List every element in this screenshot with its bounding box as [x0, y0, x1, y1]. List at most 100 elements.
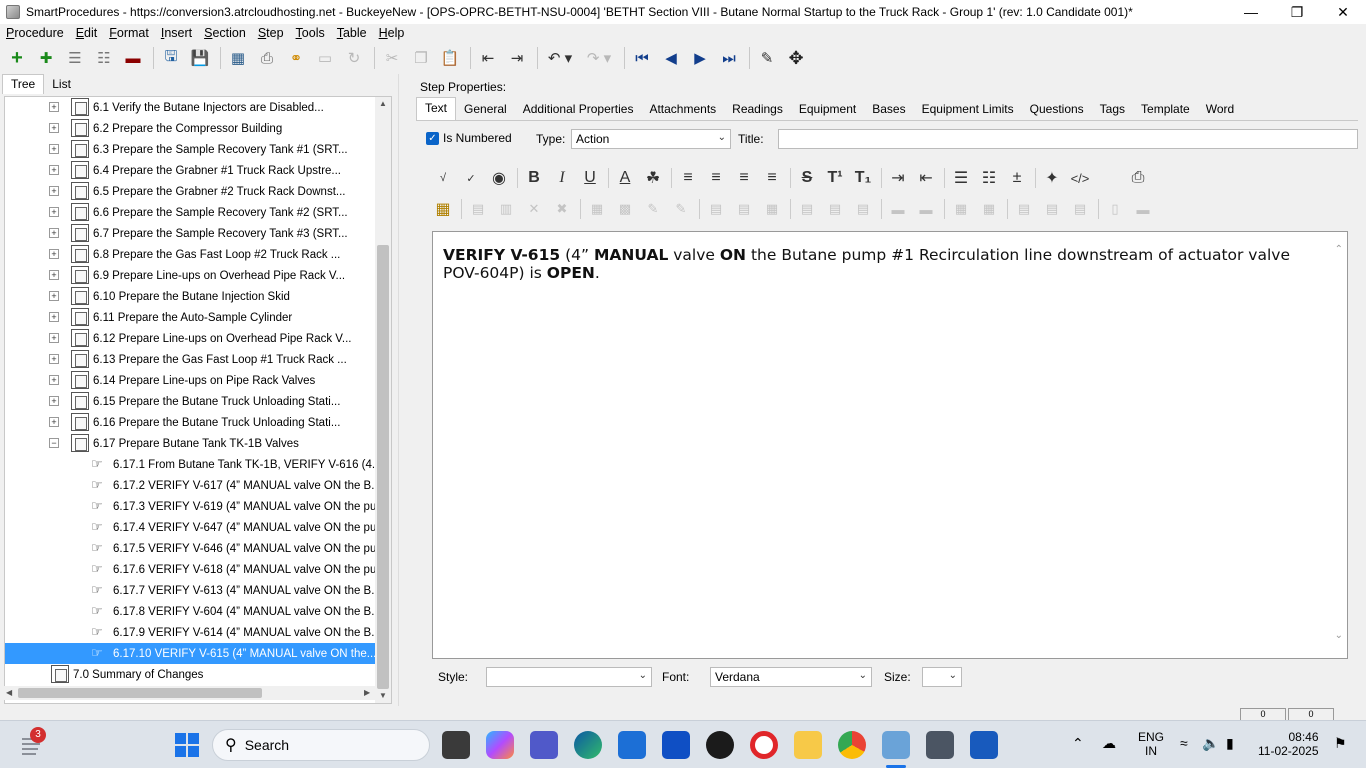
expand-icon[interactable]: +: [49, 396, 59, 406]
pane-splitter[interactable]: [398, 74, 406, 706]
edge-icon[interactable]: [574, 731, 602, 759]
superscript-icon[interactable]: T¹: [822, 166, 848, 190]
merge-cells-icon[interactable]: ▩: [612, 197, 638, 221]
tree-node[interactable]: − 6.17 Prepare Butane Tank TK-1B Valves: [5, 433, 377, 454]
tree-node[interactable]: +6.6 Prepare the Sample Recovery Tank #2…: [5, 202, 377, 223]
delete-col-icon[interactable]: ▦: [759, 197, 785, 221]
defender-icon[interactable]: [662, 731, 690, 759]
restore-button[interactable]: ❐: [1274, 0, 1320, 24]
step-text-editor[interactable]: VERIFY V-615 (4” MANUAL valve ON the But…: [432, 231, 1348, 659]
align-left-icon[interactable]: ≡: [675, 166, 701, 190]
expand-icon[interactable]: +: [49, 417, 59, 427]
tree-node[interactable]: ☞ 6.17.3 VERIFY V-619 (4” MANUAL valve ON…: [5, 496, 386, 517]
add-child-icon[interactable]: ✚: [33, 45, 59, 71]
notification-bell-icon[interactable]: ⚑: [1334, 735, 1347, 752]
bold-icon[interactable]: B: [521, 166, 547, 190]
dell-icon[interactable]: [706, 731, 734, 759]
style-select[interactable]: ⌄: [486, 667, 652, 687]
tree-node[interactable]: +6.14 Prepare Line-ups on Pipe Rack Valv…: [5, 370, 377, 391]
highlight-icon[interactable]: ☘: [640, 166, 666, 190]
save-all-icon[interactable]: 🖫: [158, 45, 184, 71]
tab-equipment-limits[interactable]: Equipment Limits: [914, 99, 1022, 120]
print-preview-icon[interactable]: ⎙: [1125, 166, 1151, 190]
cell-edit-icon[interactable]: ✎: [668, 197, 694, 221]
is-numbered-checkbox[interactable]: ✓ Is Numbered: [426, 131, 512, 145]
outdent-list-icon[interactable]: ☷: [91, 45, 117, 71]
publish-icon[interactable]: ▦: [225, 45, 251, 71]
menu-procedure[interactable]: Procedure: [0, 26, 70, 40]
tab-text[interactable]: Text: [416, 97, 457, 120]
tree-node[interactable]: +6.2 Prepare the Compressor Building: [5, 118, 377, 139]
table-col-icon[interactable]: ▥: [493, 197, 519, 221]
editor-scroll-down-icon[interactable]: ⌄: [1335, 630, 1343, 641]
add-icon[interactable]: +: [4, 45, 30, 71]
tree-hscroll-thumb[interactable]: [18, 688, 262, 698]
tree-node[interactable]: +6.8 Prepare the Gas Fast Loop #2 Truck …: [5, 244, 377, 265]
tree-node[interactable]: +6.7 Prepare the Sample Recovery Tank #3…: [5, 223, 377, 244]
tab-word[interactable]: Word: [1198, 99, 1242, 120]
insert-row-above-icon[interactable]: ▤: [794, 197, 820, 221]
indent-icon[interactable]: ⇥: [504, 45, 530, 71]
undo-icon[interactable]: ↶ ▾: [542, 45, 578, 71]
window-icon[interactable]: ▭: [312, 45, 338, 71]
expand-icon[interactable]: +: [49, 375, 59, 385]
tree-node[interactable]: ☞ 6.17.6 VERIFY V-618 (4” MANUAL valve ON…: [5, 559, 386, 580]
strikethrough-icon[interactable]: S: [794, 166, 820, 190]
print-icon[interactable]: ⎙: [254, 45, 280, 71]
language-indicator[interactable]: ENG IN: [1138, 730, 1164, 758]
expand-icon[interactable]: +: [49, 144, 59, 154]
tree-scroll-thumb[interactable]: [377, 245, 389, 689]
cell-props-icon[interactable]: ▦: [584, 197, 610, 221]
font-color-icon[interactable]: A: [612, 166, 638, 190]
copy-icon[interactable]: ❐: [408, 45, 434, 71]
tree-node[interactable]: ☞ 6.17.10 VERIFY V-615 (4” MANUAL valve O…: [5, 643, 377, 664]
copilot-icon[interactable]: [486, 731, 514, 759]
remove-icon[interactable]: ▬: [120, 45, 146, 71]
expand-icon[interactable]: +: [49, 333, 59, 343]
tree-node[interactable]: ☞ 6.17.1 From Butane Tank TK-1B, VERIFY V…: [5, 454, 381, 475]
subscript-icon[interactable]: T₁: [850, 166, 876, 190]
teams-icon[interactable]: [530, 731, 558, 759]
font-select[interactable]: Verdana ⌄: [710, 667, 872, 687]
magic-wand-icon[interactable]: ✦: [1039, 166, 1065, 190]
file-explorer-icon[interactable]: [794, 731, 822, 759]
expand-icon[interactable]: +: [49, 270, 59, 280]
tab-template[interactable]: Template: [1133, 99, 1198, 120]
tree-node[interactable]: +6.1 Verify the Butane Injectors are Dis…: [5, 97, 377, 118]
last-icon[interactable]: ⏭: [716, 45, 742, 71]
delete-row-icon[interactable]: ▤: [850, 197, 876, 221]
tab-bases[interactable]: Bases: [864, 99, 913, 120]
justify-icon[interactable]: ≡: [759, 166, 785, 190]
paste-icon[interactable]: 📋: [437, 45, 463, 71]
chevron-up-icon[interactable]: ⌃: [1072, 735, 1084, 752]
menu-tools[interactable]: Tools: [290, 26, 331, 40]
expand-icon[interactable]: +: [49, 102, 59, 112]
tree-node[interactable]: +6.4 Prepare the Grabner #1 Truck Rack U…: [5, 160, 377, 181]
merge-col-icon[interactable]: ▬: [913, 197, 939, 221]
color-wheel-icon[interactable]: ◉: [486, 166, 512, 190]
task-view-icon[interactable]: [442, 731, 470, 759]
collapse-icon[interactable]: −: [49, 438, 59, 448]
expand-icon[interactable]: +: [49, 312, 59, 322]
italic-icon[interactable]: I: [549, 166, 575, 190]
indent-list-icon[interactable]: ☰: [62, 45, 88, 71]
expand-icon[interactable]: +: [49, 165, 59, 175]
cell-split-v-icon[interactable]: ▦: [976, 197, 1002, 221]
link-icon[interactable]: ⚭: [283, 45, 309, 71]
table-row-icon[interactable]: ▤: [465, 197, 491, 221]
tree-node[interactable]: 7.0 Summary of Changes: [5, 664, 377, 685]
taskbar-search[interactable]: ⚲ Search: [212, 729, 430, 761]
tree-node[interactable]: +6.11 Prepare the Auto-Sample Cylinder: [5, 307, 377, 328]
tree-node[interactable]: ☞ 6.17.8 VERIFY V-604 (4” MANUAL valve ON…: [5, 601, 381, 622]
tab-tree[interactable]: Tree: [2, 74, 45, 94]
remote-desktop-icon[interactable]: [926, 731, 954, 759]
menu-edit[interactable]: Edit: [70, 26, 104, 40]
title-input[interactable]: [778, 129, 1358, 149]
menu-help[interactable]: Help: [373, 26, 411, 40]
cut-icon[interactable]: ✂: [379, 45, 405, 71]
tree-node[interactable]: ☞ 6.17.7 VERIFY V-613 (4” MANUAL valve ON…: [5, 580, 381, 601]
cell-split-h-icon[interactable]: ▦: [948, 197, 974, 221]
menu-table[interactable]: Table: [331, 26, 373, 40]
outdent-icon[interactable]: ⇤: [913, 166, 939, 190]
tree-node[interactable]: +6.15 Prepare the Butane Truck Unloading…: [5, 391, 377, 412]
